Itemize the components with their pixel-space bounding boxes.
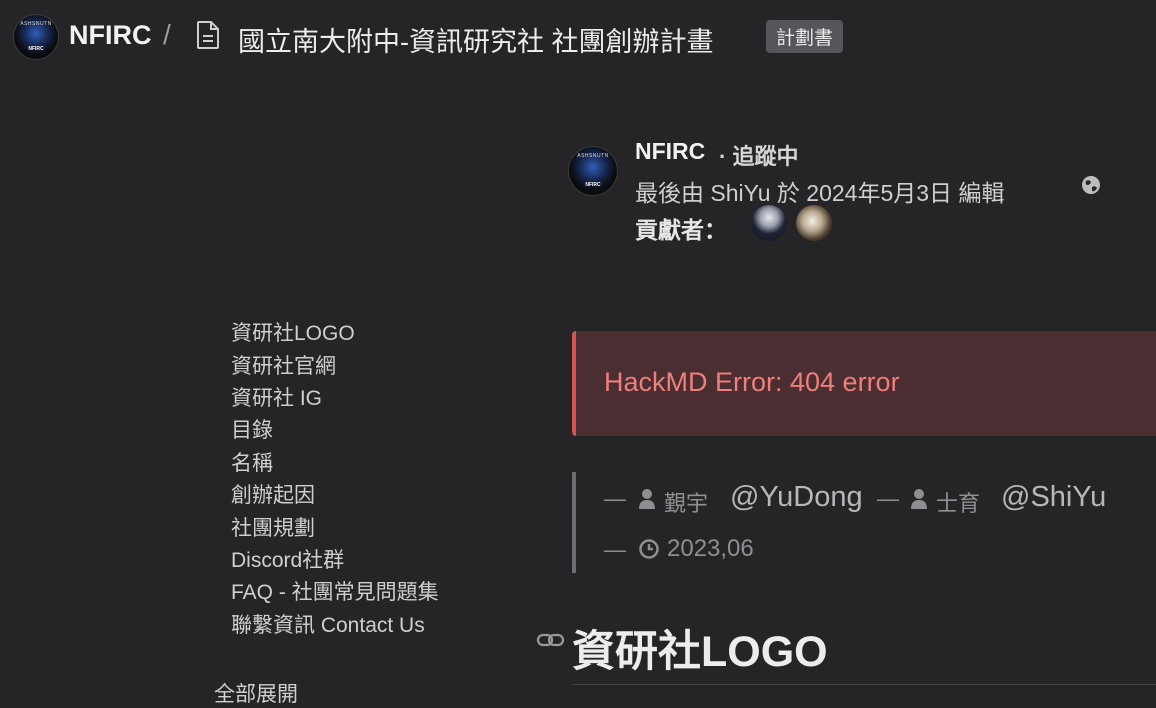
error-message: HackMD Error: 404 error bbox=[604, 367, 900, 397]
toc-expand-all[interactable]: 全部展開 bbox=[214, 678, 298, 708]
owner-avatar[interactable]: ASHSNUTN NFIRC bbox=[568, 146, 618, 196]
follow-status[interactable]: · 追蹤中 bbox=[719, 139, 798, 171]
team-name-link[interactable]: NFIRC bbox=[69, 20, 152, 51]
error-alert: HackMD Error: 404 error bbox=[572, 331, 1156, 436]
last-edit-info: 最後由 ShiYu 於 2024年5月3日 編輯 bbox=[635, 180, 1005, 206]
owner-avatar-top-text: ASHSNUTN bbox=[577, 153, 609, 159]
toc-item[interactable]: 名稱 bbox=[231, 447, 273, 477]
contributor-avatar-shiyu[interactable] bbox=[796, 205, 832, 241]
author2-name: 士育 bbox=[936, 491, 981, 516]
author1-name: 覲宇 bbox=[664, 491, 709, 516]
section-heading: 資研社LOGO bbox=[572, 628, 828, 676]
note-tag[interactable]: 計劃書 bbox=[766, 20, 844, 53]
team-logo-top-text: ASHSNUTN bbox=[20, 21, 52, 27]
user-icon bbox=[910, 488, 928, 510]
toc-item[interactable]: 目錄 bbox=[231, 414, 273, 444]
user-icon bbox=[638, 488, 656, 510]
owner-name[interactable]: NFIRC bbox=[635, 138, 705, 165]
toc-item[interactable]: 資研社官網 bbox=[231, 350, 336, 380]
toc-item[interactable]: 創辦起因 bbox=[231, 479, 315, 509]
quote-date: 2023,06 bbox=[667, 535, 754, 562]
anchor-link-icon[interactable] bbox=[536, 627, 566, 653]
toc-item[interactable]: FAQ - 社團常見問題集 bbox=[231, 576, 439, 606]
contributor-avatar-yudong[interactable] bbox=[751, 205, 787, 241]
toc-item[interactable]: 聯繫資訊 Contact Us bbox=[231, 609, 425, 639]
document-icon bbox=[195, 20, 221, 50]
breadcrumb-separator: / bbox=[163, 19, 171, 50]
team-logo-bottom-text: NFIRC bbox=[28, 46, 44, 52]
heading-divider bbox=[572, 684, 1156, 685]
toc-item[interactable]: 資研社 IG bbox=[231, 382, 322, 412]
toc-item[interactable]: 社團規劃 bbox=[231, 512, 315, 542]
team-logo[interactable]: ASHSNUTN NFIRC bbox=[13, 14, 59, 60]
toc-item[interactable]: Discord社群 bbox=[231, 544, 344, 574]
quote-dash: — bbox=[604, 537, 626, 562]
quote-dash: — bbox=[877, 486, 899, 511]
globe-icon[interactable] bbox=[1080, 174, 1102, 196]
contributors-label: 貢獻者： bbox=[635, 217, 727, 243]
owner-avatar-bottom-text: NFIRC bbox=[585, 182, 601, 188]
clock-icon bbox=[638, 538, 660, 560]
blockquote-bar bbox=[572, 472, 576, 573]
author1-handle[interactable]: @YuDong bbox=[730, 481, 863, 514]
note-title[interactable]: 國立南大附中-資訊研究社 社團創辦計畫 bbox=[238, 20, 714, 59]
toc-item[interactable]: 資研社LOGO bbox=[231, 317, 355, 347]
quote-dash: — bbox=[604, 486, 626, 511]
author2-handle[interactable]: @ShiYu bbox=[1001, 481, 1106, 514]
